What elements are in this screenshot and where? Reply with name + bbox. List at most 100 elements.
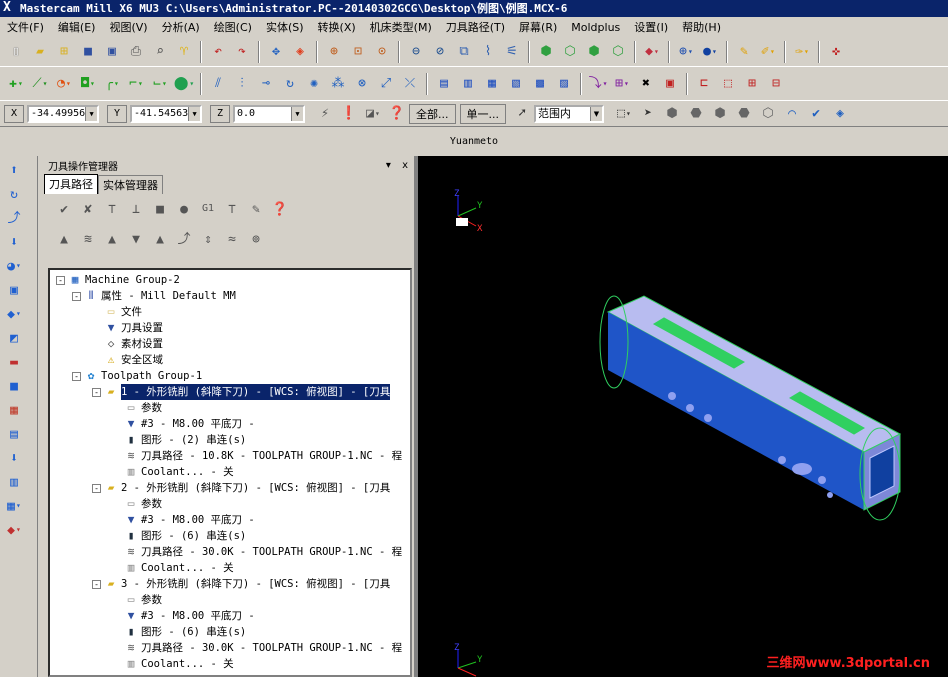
tree-op1-parameters[interactable]: ▭ 参数 (124, 400, 162, 416)
solid-loop-icon[interactable]: ⬣ (734, 104, 754, 124)
alert-icon[interactable]: ❗ (339, 104, 359, 124)
tree-toolpath-group[interactable]: - ✿ Toolpath Group-1 (72, 368, 202, 384)
only-display-icon[interactable]: ≈ (222, 229, 242, 249)
range-select[interactable]: 范围内 ▼ (534, 104, 604, 123)
view-cube-icon[interactable]: ◆ ▾ (642, 42, 662, 62)
save-icon[interactable]: ■ (78, 42, 98, 62)
menu-item-4[interactable]: 绘图(C) (207, 19, 259, 35)
panel-close-icon[interactable]: x (402, 160, 408, 171)
select-all-ops-icon[interactable]: ✔ (54, 199, 74, 219)
solid-edge-icon[interactable]: ⬣ (686, 104, 706, 124)
tree-op1-toolpath[interactable]: ≋ 刀具路径 - 10.8K - TOOLPATH GROUP-1.NC - 程 (124, 448, 402, 464)
clear-icon[interactable]: ◈ (830, 104, 850, 124)
tree-expand-toggle[interactable]: - (92, 483, 101, 493)
tree-op3-geometry[interactable]: ▮ 图形 - (6) 串连(s) (124, 624, 247, 640)
fillet-icon[interactable]: ╭ ▾ (102, 74, 122, 94)
menu-item-9[interactable]: 屏幕(R) (512, 19, 564, 35)
solid-fillet-icon[interactable]: ◕ ▾ (4, 256, 24, 276)
tree-operation-1[interactable]: - ▰ 1 - 外形铣削 (斜降下刀) - [WCS: 俯视图] - [刀具 (92, 384, 391, 400)
nest-icon[interactable]: ▩ (530, 74, 550, 94)
lock-icon[interactable]: ▲ (54, 229, 74, 249)
backplot-ops-icon[interactable]: ■ (150, 199, 170, 219)
tree-stock-setup[interactable]: ◇ 素材设置 (104, 336, 163, 352)
machine-icon[interactable]: ✜ (826, 42, 846, 62)
tree-expand-toggle[interactable]: - (72, 371, 81, 381)
menu-item-7[interactable]: 机床类型(M) (363, 19, 439, 35)
verify-ops-icon[interactable]: ● (174, 199, 194, 219)
zoom-target-icon[interactable]: ⊙ (372, 42, 392, 62)
menu-item-1[interactable]: 编辑(E) (51, 19, 103, 35)
verify-icon[interactable]: ✖ (636, 74, 656, 94)
x-label[interactable]: X (4, 104, 24, 123)
tree-op2-geometry[interactable]: ▮ 图形 - (6) 串连(s) (124, 528, 247, 544)
menu-item-11[interactable]: 设置(I) (627, 19, 675, 35)
menu-item-10[interactable]: Moldplus (564, 21, 627, 34)
scale-icon[interactable]: ⤢ (376, 74, 396, 94)
undo-icon[interactable]: ↶ (208, 42, 228, 62)
solid-face-icon[interactable]: ⬢ (662, 104, 682, 124)
window-select-icon[interactable]: ⬚ ▾ (614, 104, 634, 124)
link-icon[interactable]: ⊚ (246, 229, 266, 249)
tree-op1-coolant[interactable]: ▥ Coolant... - 关 (124, 464, 234, 480)
loft-icon[interactable]: ⬇ (4, 232, 24, 252)
new-file-icon[interactable]: ▯ (6, 42, 26, 62)
graphics-viewport[interactable]: Z Y X Z Y 三维网www.3dportal.cn (418, 156, 948, 677)
toggle-post-icon[interactable]: ▲ (102, 229, 122, 249)
pointer-icon[interactable]: ➤ (638, 104, 658, 124)
sweep-icon[interactable]: ⤴ (4, 208, 24, 228)
y-coordinate-field[interactable]: -41.54563 ▼ (130, 104, 202, 123)
backplot-icon[interactable]: ▣ (660, 74, 680, 94)
sphere-icon[interactable]: ● ▾ (700, 42, 720, 62)
ops-help-icon[interactable]: ❓ (270, 199, 290, 219)
zoom-fit-icon[interactable]: ⊡ (348, 42, 368, 62)
layout-icon[interactable]: ▥ (4, 472, 24, 492)
attribute-icon[interactable]: ✑ ▾ (792, 42, 812, 62)
menu-item-6[interactable]: 转换(X) (311, 19, 363, 35)
stock-icon[interactable]: ⊟ (766, 74, 786, 94)
snap-icon[interactable]: ◪ ▾ (363, 104, 383, 124)
solid-back-icon[interactable]: ⬡ (758, 104, 778, 124)
select-failed-ops-icon[interactable]: ✘ (78, 199, 98, 219)
arc-icon[interactable]: ◔ ▾ (54, 74, 74, 94)
rectangle-icon[interactable]: ◘ ▾ (78, 74, 98, 94)
tab-solids[interactable]: 实体管理器 (98, 175, 163, 194)
stretch-icon[interactable]: ▧ (506, 74, 526, 94)
tree-files[interactable]: ▭ 文件 (104, 304, 142, 320)
print-preview-icon[interactable]: ⌕ (150, 42, 170, 62)
trim-icon[interactable]: ⫽ (208, 74, 228, 94)
tree-op3-tool[interactable]: ▼ #3 - M8.00 平底刀 - (124, 608, 255, 624)
copy-icon[interactable]: ▥ (458, 74, 478, 94)
boolean-remove-icon[interactable]: ▤ (4, 424, 24, 444)
solid-body-icon[interactable]: ⬢ (710, 104, 730, 124)
select-mode-icon[interactable]: ➚ (512, 104, 532, 124)
toggle-display-icon[interactable]: ≋ (78, 229, 98, 249)
tree-expand-toggle[interactable]: - (92, 387, 101, 397)
menu-item-3[interactable]: 分析(A) (155, 19, 207, 35)
mirror-icon[interactable]: ⊗ (352, 74, 372, 94)
find-features-icon[interactable]: ▦ ▾ (4, 496, 24, 516)
regen-selected-icon[interactable]: ⊤ (102, 199, 122, 219)
array-icon[interactable]: ⁂ (328, 74, 348, 94)
break-icon[interactable]: ⫶ (232, 74, 252, 94)
tree-op2-coolant[interactable]: ▥ Coolant... - 关 (124, 560, 234, 576)
tree-op1-tool[interactable]: ▼ #3 - M8.00 平底刀 - (124, 416, 255, 432)
menu-item-2[interactable]: 视图(V) (102, 19, 154, 35)
project-icon[interactable]: ▦ (482, 74, 502, 94)
select-single-button[interactable]: 单一... (459, 103, 506, 124)
move-up-icon[interactable]: ▲ (150, 229, 170, 249)
tree-op2-toolpath[interactable]: ≋ 刀具路径 - 30.0K - TOOLPATH GROUP-1.NC - 程 (124, 544, 402, 560)
boolean-icon[interactable]: ■ (4, 376, 24, 396)
roll-icon[interactable]: ▨ (554, 74, 574, 94)
dynamic-rotate-icon[interactable]: ◈ (290, 42, 310, 62)
tree-op3-coolant[interactable]: ▥ Coolant... - 关 (124, 656, 234, 672)
tree-op1-geometry[interactable]: ▮ 图形 - (2) 串连(s) (124, 432, 247, 448)
translate-icon[interactable]: ▤ (434, 74, 454, 94)
tree-op2-parameters[interactable]: ▭ 参数 (124, 496, 162, 512)
offset-icon[interactable]: ✺ (304, 74, 324, 94)
g1-post-icon[interactable]: G1 (198, 199, 218, 219)
drill-icon[interactable]: ⤵ ▾ (588, 74, 608, 94)
part-model[interactable] (599, 295, 902, 521)
y-label[interactable]: Y (107, 104, 127, 123)
extrude-icon[interactable]: ⬆ (4, 160, 24, 180)
tree-op2-tool[interactable]: ▼ #3 - M8.00 平底刀 - (124, 512, 255, 528)
